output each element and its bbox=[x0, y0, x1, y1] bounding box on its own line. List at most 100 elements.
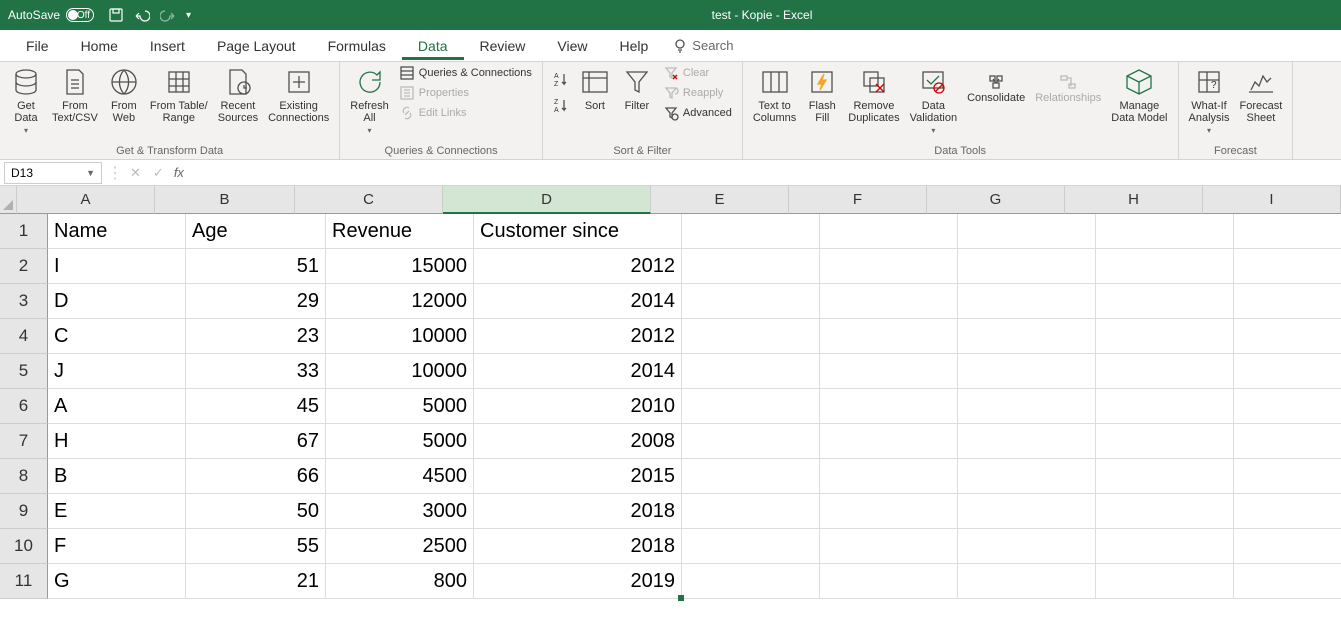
tab-data[interactable]: Data bbox=[402, 32, 464, 60]
cell-C3[interactable]: 12000 bbox=[326, 284, 474, 319]
tab-insert[interactable]: Insert bbox=[134, 32, 201, 60]
column-header-F[interactable]: F bbox=[789, 186, 927, 214]
cell-G1[interactable] bbox=[958, 214, 1096, 249]
cell-I8[interactable] bbox=[1234, 459, 1341, 494]
cell-H10[interactable] bbox=[1096, 529, 1234, 564]
cell-F6[interactable] bbox=[820, 389, 958, 424]
data-validation-button[interactable]: Data Validation▾ bbox=[906, 64, 962, 137]
cell-B3[interactable]: 29 bbox=[186, 284, 326, 319]
column-header-I[interactable]: I bbox=[1203, 186, 1341, 214]
tab-formulas[interactable]: Formulas bbox=[312, 32, 402, 60]
row-header-8[interactable]: 8 bbox=[0, 459, 48, 494]
fill-handle[interactable] bbox=[678, 595, 684, 601]
cell-C2[interactable]: 15000 bbox=[326, 249, 474, 284]
cell-I1[interactable] bbox=[1234, 214, 1341, 249]
cell-D3[interactable]: 2014 bbox=[474, 284, 682, 319]
cell-H7[interactable] bbox=[1096, 424, 1234, 459]
cell-D7[interactable]: 2008 bbox=[474, 424, 682, 459]
toggle-switch[interactable]: Off bbox=[66, 8, 94, 22]
row-header-5[interactable]: 5 bbox=[0, 354, 48, 389]
cell-F3[interactable] bbox=[820, 284, 958, 319]
cell-G2[interactable] bbox=[958, 249, 1096, 284]
cell-H11[interactable] bbox=[1096, 564, 1234, 599]
cell-G11[interactable] bbox=[958, 564, 1096, 599]
cell-H6[interactable] bbox=[1096, 389, 1234, 424]
cell-I6[interactable] bbox=[1234, 389, 1341, 424]
cell-G8[interactable] bbox=[958, 459, 1096, 494]
cell-D5[interactable]: 2014 bbox=[474, 354, 682, 389]
cell-I10[interactable] bbox=[1234, 529, 1341, 564]
tab-view[interactable]: View bbox=[541, 32, 603, 60]
cell-A9[interactable]: E bbox=[48, 494, 186, 529]
fx-icon[interactable]: fx bbox=[170, 165, 188, 180]
cell-D11[interactable]: 2019 bbox=[474, 564, 682, 599]
cell-A2[interactable]: I bbox=[48, 249, 186, 284]
cell-G7[interactable] bbox=[958, 424, 1096, 459]
cell-H1[interactable] bbox=[1096, 214, 1234, 249]
cells-area[interactable]: NameAgeRevenueCustomer sinceI51150002012… bbox=[48, 214, 1341, 599]
row-header-11[interactable]: 11 bbox=[0, 564, 48, 599]
from-table-button[interactable]: From Table/ Range bbox=[146, 64, 212, 126]
cell-I4[interactable] bbox=[1234, 319, 1341, 354]
remove-duplicates-button[interactable]: Remove Duplicates bbox=[844, 64, 903, 126]
cancel-icon[interactable]: ✕ bbox=[130, 165, 141, 181]
select-all-corner[interactable] bbox=[0, 186, 17, 214]
cell-A5[interactable]: J bbox=[48, 354, 186, 389]
cell-D10[interactable]: 2018 bbox=[474, 529, 682, 564]
relationships-button[interactable]: Relationships bbox=[1031, 64, 1105, 106]
cell-F9[interactable] bbox=[820, 494, 958, 529]
cell-G4[interactable] bbox=[958, 319, 1096, 354]
cell-C1[interactable]: Revenue bbox=[326, 214, 474, 249]
cell-B4[interactable]: 23 bbox=[186, 319, 326, 354]
text-to-columns-button[interactable]: Text to Columns bbox=[749, 64, 800, 126]
cell-A6[interactable]: A bbox=[48, 389, 186, 424]
cell-F10[interactable] bbox=[820, 529, 958, 564]
cell-D4[interactable]: 2012 bbox=[474, 319, 682, 354]
cell-E4[interactable] bbox=[682, 319, 820, 354]
forecast-sheet-button[interactable]: Forecast Sheet bbox=[1235, 64, 1286, 126]
cell-H8[interactable] bbox=[1096, 459, 1234, 494]
cell-E8[interactable] bbox=[682, 459, 820, 494]
cell-F7[interactable] bbox=[820, 424, 958, 459]
column-header-D[interactable]: D bbox=[443, 186, 651, 214]
cell-B11[interactable]: 21 bbox=[186, 564, 326, 599]
tell-me-search[interactable]: Search bbox=[672, 38, 733, 54]
sort-desc-button[interactable]: ZA bbox=[549, 96, 573, 114]
column-header-A[interactable]: A bbox=[17, 186, 155, 214]
tab-page-layout[interactable]: Page Layout bbox=[201, 32, 312, 60]
cell-C10[interactable]: 2500 bbox=[326, 529, 474, 564]
cell-D1[interactable]: Customer since bbox=[474, 214, 682, 249]
cell-E10[interactable] bbox=[682, 529, 820, 564]
cell-B8[interactable]: 66 bbox=[186, 459, 326, 494]
redo-icon[interactable] bbox=[160, 7, 176, 23]
cell-B1[interactable]: Age bbox=[186, 214, 326, 249]
cell-C7[interactable]: 5000 bbox=[326, 424, 474, 459]
cell-G3[interactable] bbox=[958, 284, 1096, 319]
cell-E7[interactable] bbox=[682, 424, 820, 459]
row-header-3[interactable]: 3 bbox=[0, 284, 48, 319]
cell-D2[interactable]: 2012 bbox=[474, 249, 682, 284]
reapply-button[interactable]: Reapply bbox=[659, 84, 736, 102]
cell-C11[interactable]: 800 bbox=[326, 564, 474, 599]
cell-E1[interactable] bbox=[682, 214, 820, 249]
cell-F11[interactable] bbox=[820, 564, 958, 599]
cell-A11[interactable]: G bbox=[48, 564, 186, 599]
cell-E9[interactable] bbox=[682, 494, 820, 529]
undo-icon[interactable] bbox=[134, 7, 150, 23]
cell-A10[interactable]: F bbox=[48, 529, 186, 564]
get-data-button[interactable]: Get Data▾ bbox=[6, 64, 46, 137]
data-model-button[interactable]: Manage Data Model bbox=[1107, 64, 1171, 126]
sort-button[interactable]: Sort bbox=[575, 64, 615, 114]
cell-I9[interactable] bbox=[1234, 494, 1341, 529]
queries-connections-button[interactable]: Queries & Connections bbox=[395, 64, 536, 82]
cell-B2[interactable]: 51 bbox=[186, 249, 326, 284]
row-header-9[interactable]: 9 bbox=[0, 494, 48, 529]
cell-B6[interactable]: 45 bbox=[186, 389, 326, 424]
cell-H4[interactable] bbox=[1096, 319, 1234, 354]
cell-H5[interactable] bbox=[1096, 354, 1234, 389]
cell-B10[interactable]: 55 bbox=[186, 529, 326, 564]
cell-G5[interactable] bbox=[958, 354, 1096, 389]
row-header-6[interactable]: 6 bbox=[0, 389, 48, 424]
cell-C5[interactable]: 10000 bbox=[326, 354, 474, 389]
cell-F1[interactable] bbox=[820, 214, 958, 249]
